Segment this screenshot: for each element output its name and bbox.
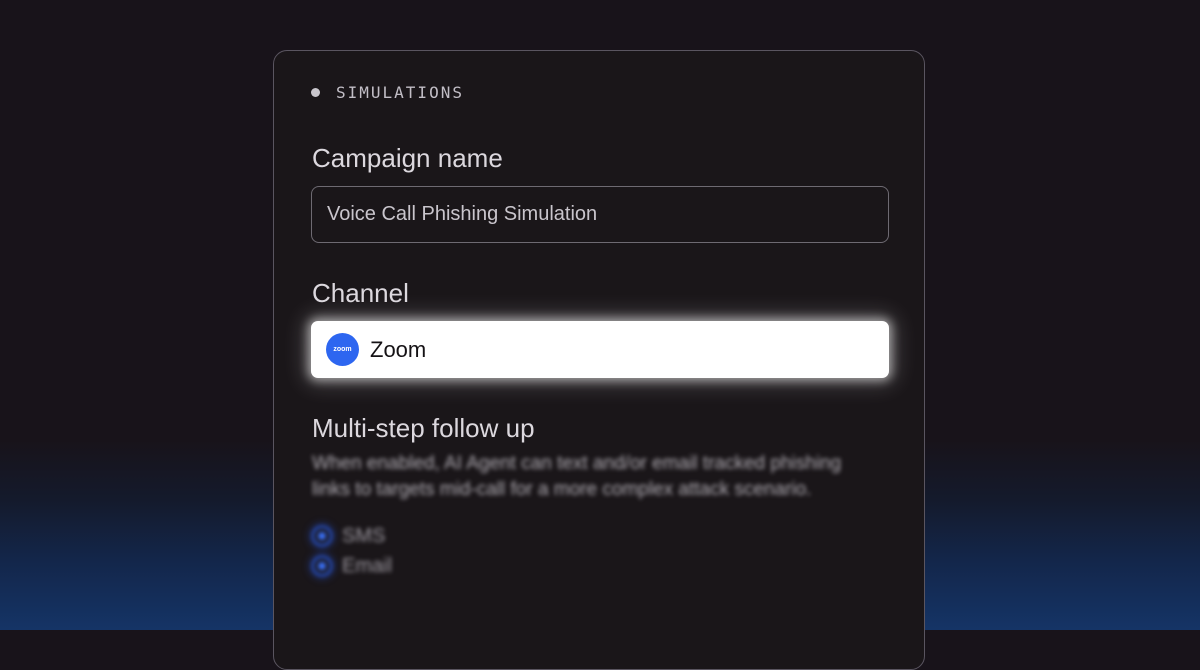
followup-options: SMS Email <box>312 521 872 581</box>
option-email[interactable]: Email <box>312 551 872 581</box>
email-label: Email <box>342 554 393 577</box>
zoom-logo-icon: zoom <box>326 333 359 366</box>
sms-label: SMS <box>342 524 386 547</box>
sms-radio[interactable] <box>314 528 330 544</box>
section-header: SIMULATIONS <box>311 83 464 102</box>
email-radio[interactable] <box>314 558 330 574</box>
zoom-logo-text: zoom <box>333 346 352 353</box>
channel-selected-value: Zoom <box>370 336 427 362</box>
section-label: SIMULATIONS <box>336 83 464 102</box>
bullet-dot-icon <box>311 88 320 97</box>
followup-label: Multi-step follow up <box>312 413 535 443</box>
channel-select[interactable]: zoom Zoom <box>311 321 889 378</box>
radio-selected-dot-icon <box>318 562 326 570</box>
followup-description: When enabled, AI Agent can text and/or e… <box>312 453 842 500</box>
campaign-name-label: Campaign name <box>312 143 503 173</box>
campaign-name-value: Voice Call Phishing Simulation <box>327 203 598 225</box>
followup-section: When enabled, AI Agent can text and/or e… <box>312 451 872 581</box>
simulation-card: SIMULATIONS Campaign name Voice Call Phi… <box>273 50 925 670</box>
channel-label: Channel <box>312 278 409 308</box>
option-sms[interactable]: SMS <box>312 521 872 551</box>
radio-selected-dot-icon <box>318 532 326 540</box>
campaign-name-input[interactable]: Voice Call Phishing Simulation <box>311 186 889 243</box>
